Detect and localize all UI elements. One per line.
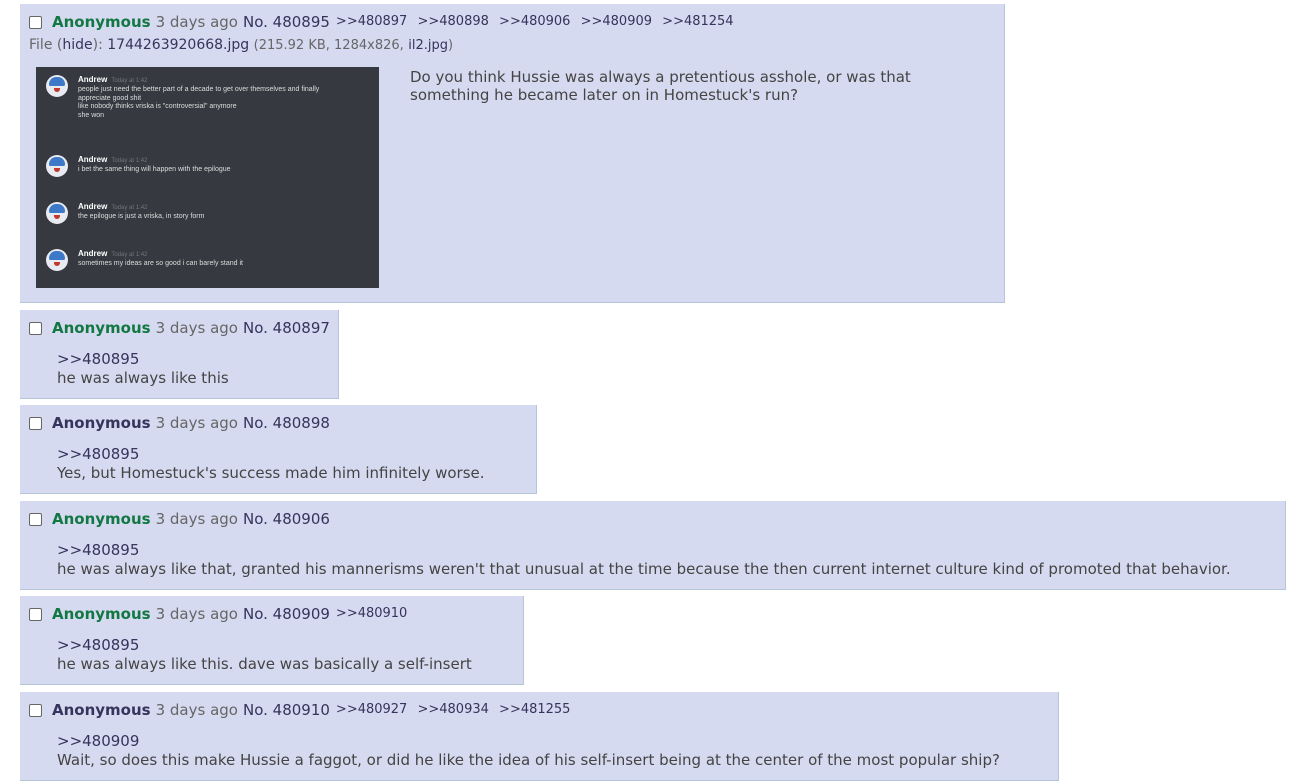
quote-link[interactable]: >>480895 [57, 350, 229, 369]
post-number[interactable]: No. 480898 [243, 413, 330, 433]
post-image-thumbnail[interactable]: Andrew Today at 1:42 people just need the… [36, 67, 379, 288]
post-date: 3 days ago [155, 319, 238, 337]
reply-link[interactable]: >>480898 [417, 14, 488, 29]
poster-name: Anonymous [52, 701, 151, 719]
post-select-checkbox[interactable] [29, 321, 42, 335]
reply-link[interactable]: >>480910 [336, 606, 407, 621]
chat-timestamp: Today at 1:42 [111, 252, 148, 258]
poster-name: Anonymous [52, 13, 151, 31]
post-header: Anonymous 3 days ago No. 480910 >>480927… [29, 700, 576, 720]
post-message: >>480895 he was always like that, grante… [57, 541, 1231, 579]
post-date: 3 days ago [155, 605, 238, 623]
poster-name: Anonymous [52, 414, 151, 432]
chat-author: Andrew [78, 75, 108, 84]
file-hide-text[interactable]: hide [62, 37, 92, 53]
post-select-checkbox[interactable] [29, 607, 42, 621]
post-select-checkbox[interactable] [29, 416, 42, 430]
avatar-icon [46, 202, 68, 224]
file-label: File [29, 37, 53, 53]
file-info: File (hide): 1744263920668.jpg (215.92 K… [29, 37, 453, 53]
post-select-checkbox[interactable] [29, 703, 42, 717]
op-post-message: Do you think Hussie was always a pretent… [410, 68, 911, 104]
post-date: 3 days ago [155, 13, 238, 31]
poster-name: Anonymous [52, 605, 151, 623]
avatar-icon [46, 155, 68, 177]
post-header: Anonymous 3 days ago No. 480906 [29, 509, 330, 529]
post-text: he was always like this. dave was basica… [57, 655, 472, 673]
chat-line: i bet the same thing will happen with th… [78, 166, 231, 173]
reply-link[interactable]: >>481254 [662, 14, 733, 29]
post-select-checkbox[interactable] [29, 512, 42, 526]
reply-links: >>480927 >>480934 >>481255 [336, 700, 577, 720]
post-text: Wait, so does this make Hussie a faggot,… [57, 751, 1000, 769]
post-number[interactable]: No. 480897 [243, 318, 330, 338]
chat-line: she won [78, 111, 105, 119]
reply-post: Anonymous 3 days ago No. 480909 >>480910… [20, 596, 524, 685]
op-post-header: Anonymous 3 days ago No. 480895 >>480897… [29, 12, 740, 32]
reply-post: Anonymous 3 days ago No. 480906 >>480895… [20, 501, 1286, 590]
chat-author: Andrew [78, 155, 108, 164]
post-text: he was always like this [57, 369, 229, 387]
quote-link[interactable]: >>480909 [57, 732, 1000, 751]
chat-line: the epilogue is just a vriska, in story … [78, 213, 205, 220]
post-message: >>480895 he was always like this [57, 350, 229, 388]
file-meta: (215.92 KB, 1284x826, [253, 38, 404, 53]
post-message: >>480895 Yes, but Homestuck's success ma… [57, 445, 485, 483]
post-number[interactable]: No. 480895 [243, 12, 330, 32]
file-name-link[interactable]: 1744263920668.jpg [107, 37, 249, 53]
op-post: Anonymous 3 days ago No. 480895 >>480897… [20, 4, 1005, 303]
post-message: >>480909 Wait, so does this make Hussie … [57, 732, 1000, 770]
chat-timestamp: Today at 1:42 [111, 205, 148, 211]
reply-post: Anonymous 3 days ago No. 480898 >>480895… [20, 405, 537, 494]
post-message: >>480895 he was always like this. dave w… [57, 636, 472, 674]
avatar-icon [46, 75, 68, 97]
chat-line: like nobody thinks vriska is "controvers… [78, 103, 237, 110]
reply-post: Anonymous 3 days ago No. 480897 >>480895… [20, 310, 339, 399]
poster-name: Anonymous [52, 510, 151, 528]
reply-link[interactable]: >>480934 [417, 702, 488, 717]
post-text: Yes, but Homestuck's success made him in… [57, 464, 485, 482]
reply-link[interactable]: >>480909 [581, 14, 652, 29]
reply-link[interactable]: >>480897 [336, 14, 407, 29]
op-message-line: something he became later on in Homestuc… [410, 86, 799, 104]
post-number[interactable]: No. 480906 [243, 509, 330, 529]
chat-author: Andrew [78, 249, 108, 258]
file-original-name[interactable]: il2.jpg [408, 38, 448, 53]
reply-link[interactable]: >>481255 [499, 702, 570, 717]
poster-name: Anonymous [52, 319, 151, 337]
post-date: 3 days ago [155, 510, 238, 528]
chat-line: appreciate good shit [78, 94, 142, 102]
post-date: 3 days ago [155, 414, 238, 432]
reply-link[interactable]: >>480906 [499, 14, 570, 29]
quote-link[interactable]: >>480895 [57, 636, 472, 655]
file-sep: : [98, 37, 103, 53]
file-hide-link[interactable]: (hide) [57, 37, 98, 53]
post-header: Anonymous 3 days ago No. 480898 [29, 413, 330, 433]
quote-link[interactable]: >>480895 [57, 541, 1231, 560]
post-text: he was always like that, granted his man… [57, 560, 1231, 578]
chat-line: sometimes my ideas are so good i can bar… [78, 260, 243, 267]
file-meta-close: ) [447, 38, 454, 53]
avatar-icon [46, 249, 68, 271]
post-select-checkbox[interactable] [29, 15, 42, 29]
reply-link[interactable]: >>480927 [336, 702, 407, 717]
chat-line: people just need the better part of a de… [78, 86, 320, 93]
post-number[interactable]: No. 480910 [243, 700, 330, 720]
op-message-line: Do you think Hussie was always a pretent… [410, 68, 911, 86]
quote-link[interactable]: >>480895 [57, 445, 485, 464]
chat-timestamp: Today at 1:42 [111, 78, 148, 84]
chat-timestamp: Today at 1:42 [111, 158, 148, 164]
post-header: Anonymous 3 days ago No. 480897 [29, 318, 330, 338]
reply-links: >>480910 [336, 604, 413, 624]
post-number[interactable]: No. 480909 [243, 604, 330, 624]
reply-post: Anonymous 3 days ago No. 480910 >>480927… [20, 692, 1059, 781]
post-date: 3 days ago [155, 701, 238, 719]
reply-links: >>480897 >>480898 >>480906 >>480909 >>48… [336, 12, 740, 32]
post-header: Anonymous 3 days ago No. 480909 >>480910 [29, 604, 413, 624]
chat-author: Andrew [78, 202, 108, 211]
